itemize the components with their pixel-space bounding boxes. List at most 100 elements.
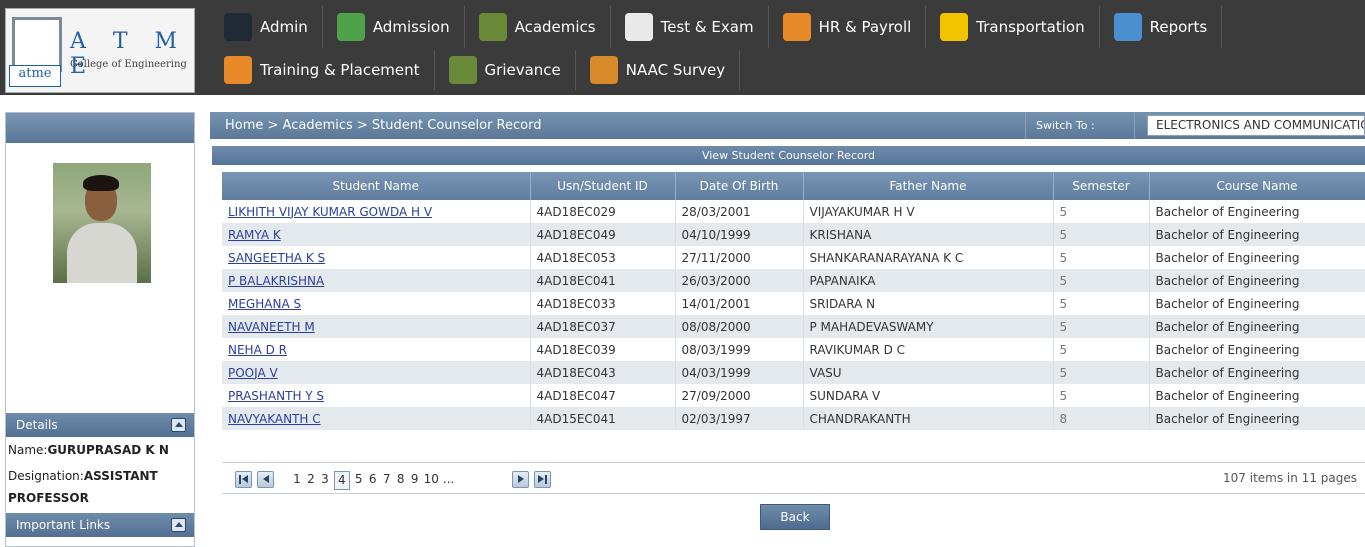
menu-item-naac-survey[interactable]: NAAC Survey (576, 50, 741, 90)
student-name-link[interactable]: POOJA V (228, 366, 278, 380)
table-cell[interactable]: MEGHANA S (222, 292, 531, 315)
page-number[interactable]: 4 (334, 471, 350, 490)
admin-icon (224, 13, 252, 41)
table-cell: SUNDARA V (803, 384, 1054, 407)
page-number[interactable]: 10 (424, 471, 439, 490)
student-name-link[interactable]: SANGEETHA K S (228, 251, 325, 265)
table-cell: 4AD18EC033 (530, 292, 676, 315)
student-name-link[interactable]: NAVANEETH M (228, 320, 315, 334)
table-row: NAVANEETH M 4AD18EC037 08/08/2000 P MAHADEV… (222, 315, 1365, 338)
table-row: SANGEETHA K S 4AD18EC053 27/11/2000 SHANKAR… (222, 246, 1365, 269)
page-number[interactable]: 1 (292, 471, 302, 490)
menu-item-label: Transportation (976, 18, 1085, 36)
table-cell: Bachelor of Engineering (1149, 223, 1365, 246)
previous-page-icon[interactable] (257, 471, 274, 488)
table-cell[interactable]: PRASHANTH Y S (222, 384, 531, 407)
back-button[interactable]: Back (760, 504, 830, 530)
page-number-list: 1 2 3 4 5 6 7 8 9 10... (292, 471, 454, 490)
table-cell[interactable]: POOJA V (222, 361, 531, 384)
table-row: P BALAKRISHNA 4AD18EC041 26/03/2000 PAPANAI… (222, 269, 1365, 292)
menu-item-training-placement[interactable]: Training & Placement (210, 50, 435, 90)
page-number[interactable]: ... (443, 471, 454, 490)
table-cell[interactable]: SANGEETHA K S (222, 246, 531, 269)
page-number[interactable]: 2 (306, 471, 316, 490)
menu-item-label: Admin (260, 18, 308, 36)
admission-icon (336, 13, 365, 41)
student-name-link[interactable]: P BALAKRISHNA (228, 274, 324, 288)
page-number[interactable]: 7 (382, 471, 392, 490)
menu-item-test-exam[interactable]: Test & Exam (611, 6, 769, 48)
table-row: PRASHANTH Y S 4AD18EC047 27/09/2000 SUNDARA… (222, 384, 1365, 407)
page-number[interactable]: 5 (354, 471, 364, 490)
table-cell: 4AD15EC041 (530, 407, 676, 430)
column-header[interactable]: Father Name (803, 172, 1054, 200)
column-header[interactable]: Date Of Birth (675, 172, 804, 200)
college-logo[interactable]: A T M E College of Engineering atme (5, 8, 195, 93)
table-cell: 5 (1053, 361, 1150, 384)
menu-item-transportation[interactable]: Transportation (926, 6, 1100, 48)
menu-item-reports[interactable]: Reports (1100, 6, 1223, 48)
table-cell: Bachelor of Engineering (1149, 315, 1365, 338)
column-header[interactable]: Course Name (1149, 172, 1365, 200)
menu-item-admission[interactable]: Admission (323, 6, 465, 48)
department-select[interactable]: ELECTRONICS AND COMMUNICATION (1147, 115, 1365, 136)
profile-photo (53, 163, 151, 283)
sidebar-header (6, 113, 194, 143)
student-name-link[interactable]: NAVYAKANTH C (228, 412, 321, 426)
page-number[interactable]: 6 (368, 471, 378, 490)
breadcrumb[interactable]: Home > Academics > Student Counselor Rec… (225, 118, 541, 133)
table-cell: Bachelor of Engineering (1149, 246, 1365, 269)
menu-item-label: NAAC Survey (625, 61, 726, 79)
column-header[interactable]: Student Name (222, 172, 531, 200)
person-icon (224, 56, 252, 84)
menu-item-label: Grievance (484, 61, 561, 79)
table-cell: 4AD18EC037 (530, 315, 676, 338)
first-page-icon[interactable] (235, 471, 252, 488)
table-cell: 08/08/2000 (675, 315, 804, 338)
table-cell: P MAHADEVASWAMY (803, 315, 1054, 338)
collapse-toggle-icon[interactable] (171, 418, 186, 432)
table-cell: Bachelor of Engineering (1149, 384, 1365, 407)
menu-item-admin[interactable]: Admin (210, 6, 323, 48)
table-cell[interactable]: P BALAKRISHNA (222, 269, 531, 292)
logo-emblem (12, 17, 62, 72)
table-cell[interactable]: NEHA D R (222, 338, 531, 361)
collapse-toggle-icon[interactable] (171, 518, 186, 532)
page-number[interactable]: 3 (320, 471, 330, 490)
table-cell[interactable]: NAVANEETH M (222, 315, 531, 338)
table-cell[interactable]: NAVYAKANTH C (222, 407, 531, 430)
column-header[interactable]: Semester (1053, 172, 1150, 200)
sidebar: Details Name:GURUPRASAD K N Designation:… (5, 112, 195, 547)
table-row: MEGHANA S 4AD18EC033 14/01/2001 SRIDARA N5B… (222, 292, 1365, 315)
student-name-link[interactable]: RAMYA K (228, 228, 281, 242)
table-cell[interactable]: LIKHITH VIJAY KUMAR GOWDA H V (222, 200, 531, 223)
student-name-link[interactable]: PRASHANTH Y S (228, 389, 324, 403)
table-cell: 27/11/2000 (675, 246, 804, 269)
page-number[interactable]: 8 (396, 471, 406, 490)
next-page-icon[interactable] (512, 471, 529, 488)
page-number[interactable]: 9 (410, 471, 420, 490)
main-menu-row-1: Admin Admission Academics Test & Exam HR & P… (210, 6, 1223, 48)
logo-college-name: College of Engineering (70, 59, 187, 70)
menu-item-academics[interactable]: Academics (465, 6, 611, 48)
presentation-icon (1113, 13, 1142, 41)
menu-item-grievance[interactable]: Grievance (435, 50, 576, 90)
pagination-bar: 1 2 3 4 5 6 7 8 9 10... 107 items in 11 pages (222, 462, 1365, 494)
table-cell[interactable]: RAMYA K (222, 223, 531, 246)
student-counselor-table: Student Name Usn/Student ID Date Of Birth F… (222, 172, 1365, 430)
table-cell: 5 (1053, 338, 1150, 361)
column-header[interactable]: Usn/Student ID (530, 172, 676, 200)
student-name-link[interactable]: NEHA D R (228, 343, 287, 357)
table-cell: 04/03/1999 (675, 361, 804, 384)
details-panel-header[interactable]: Details (6, 413, 194, 437)
books-icon (478, 13, 507, 41)
student-name-link[interactable]: MEGHANA S (228, 297, 301, 311)
student-name-link[interactable]: LIKHITH VIJAY KUMAR GOWDA H V (228, 205, 432, 219)
menu-item-label: Training & Placement (260, 61, 420, 79)
last-page-icon[interactable] (534, 471, 551, 488)
table-cell: 02/03/1997 (675, 407, 804, 430)
important-links-header[interactable]: Important Links (6, 513, 194, 537)
menu-item-hr-payroll[interactable]: HR & Payroll (769, 6, 927, 48)
table-cell: Bachelor of Engineering (1149, 269, 1365, 292)
breadcrumb-bar: Home > Academics > Student Counselor Rec… (210, 112, 1365, 139)
